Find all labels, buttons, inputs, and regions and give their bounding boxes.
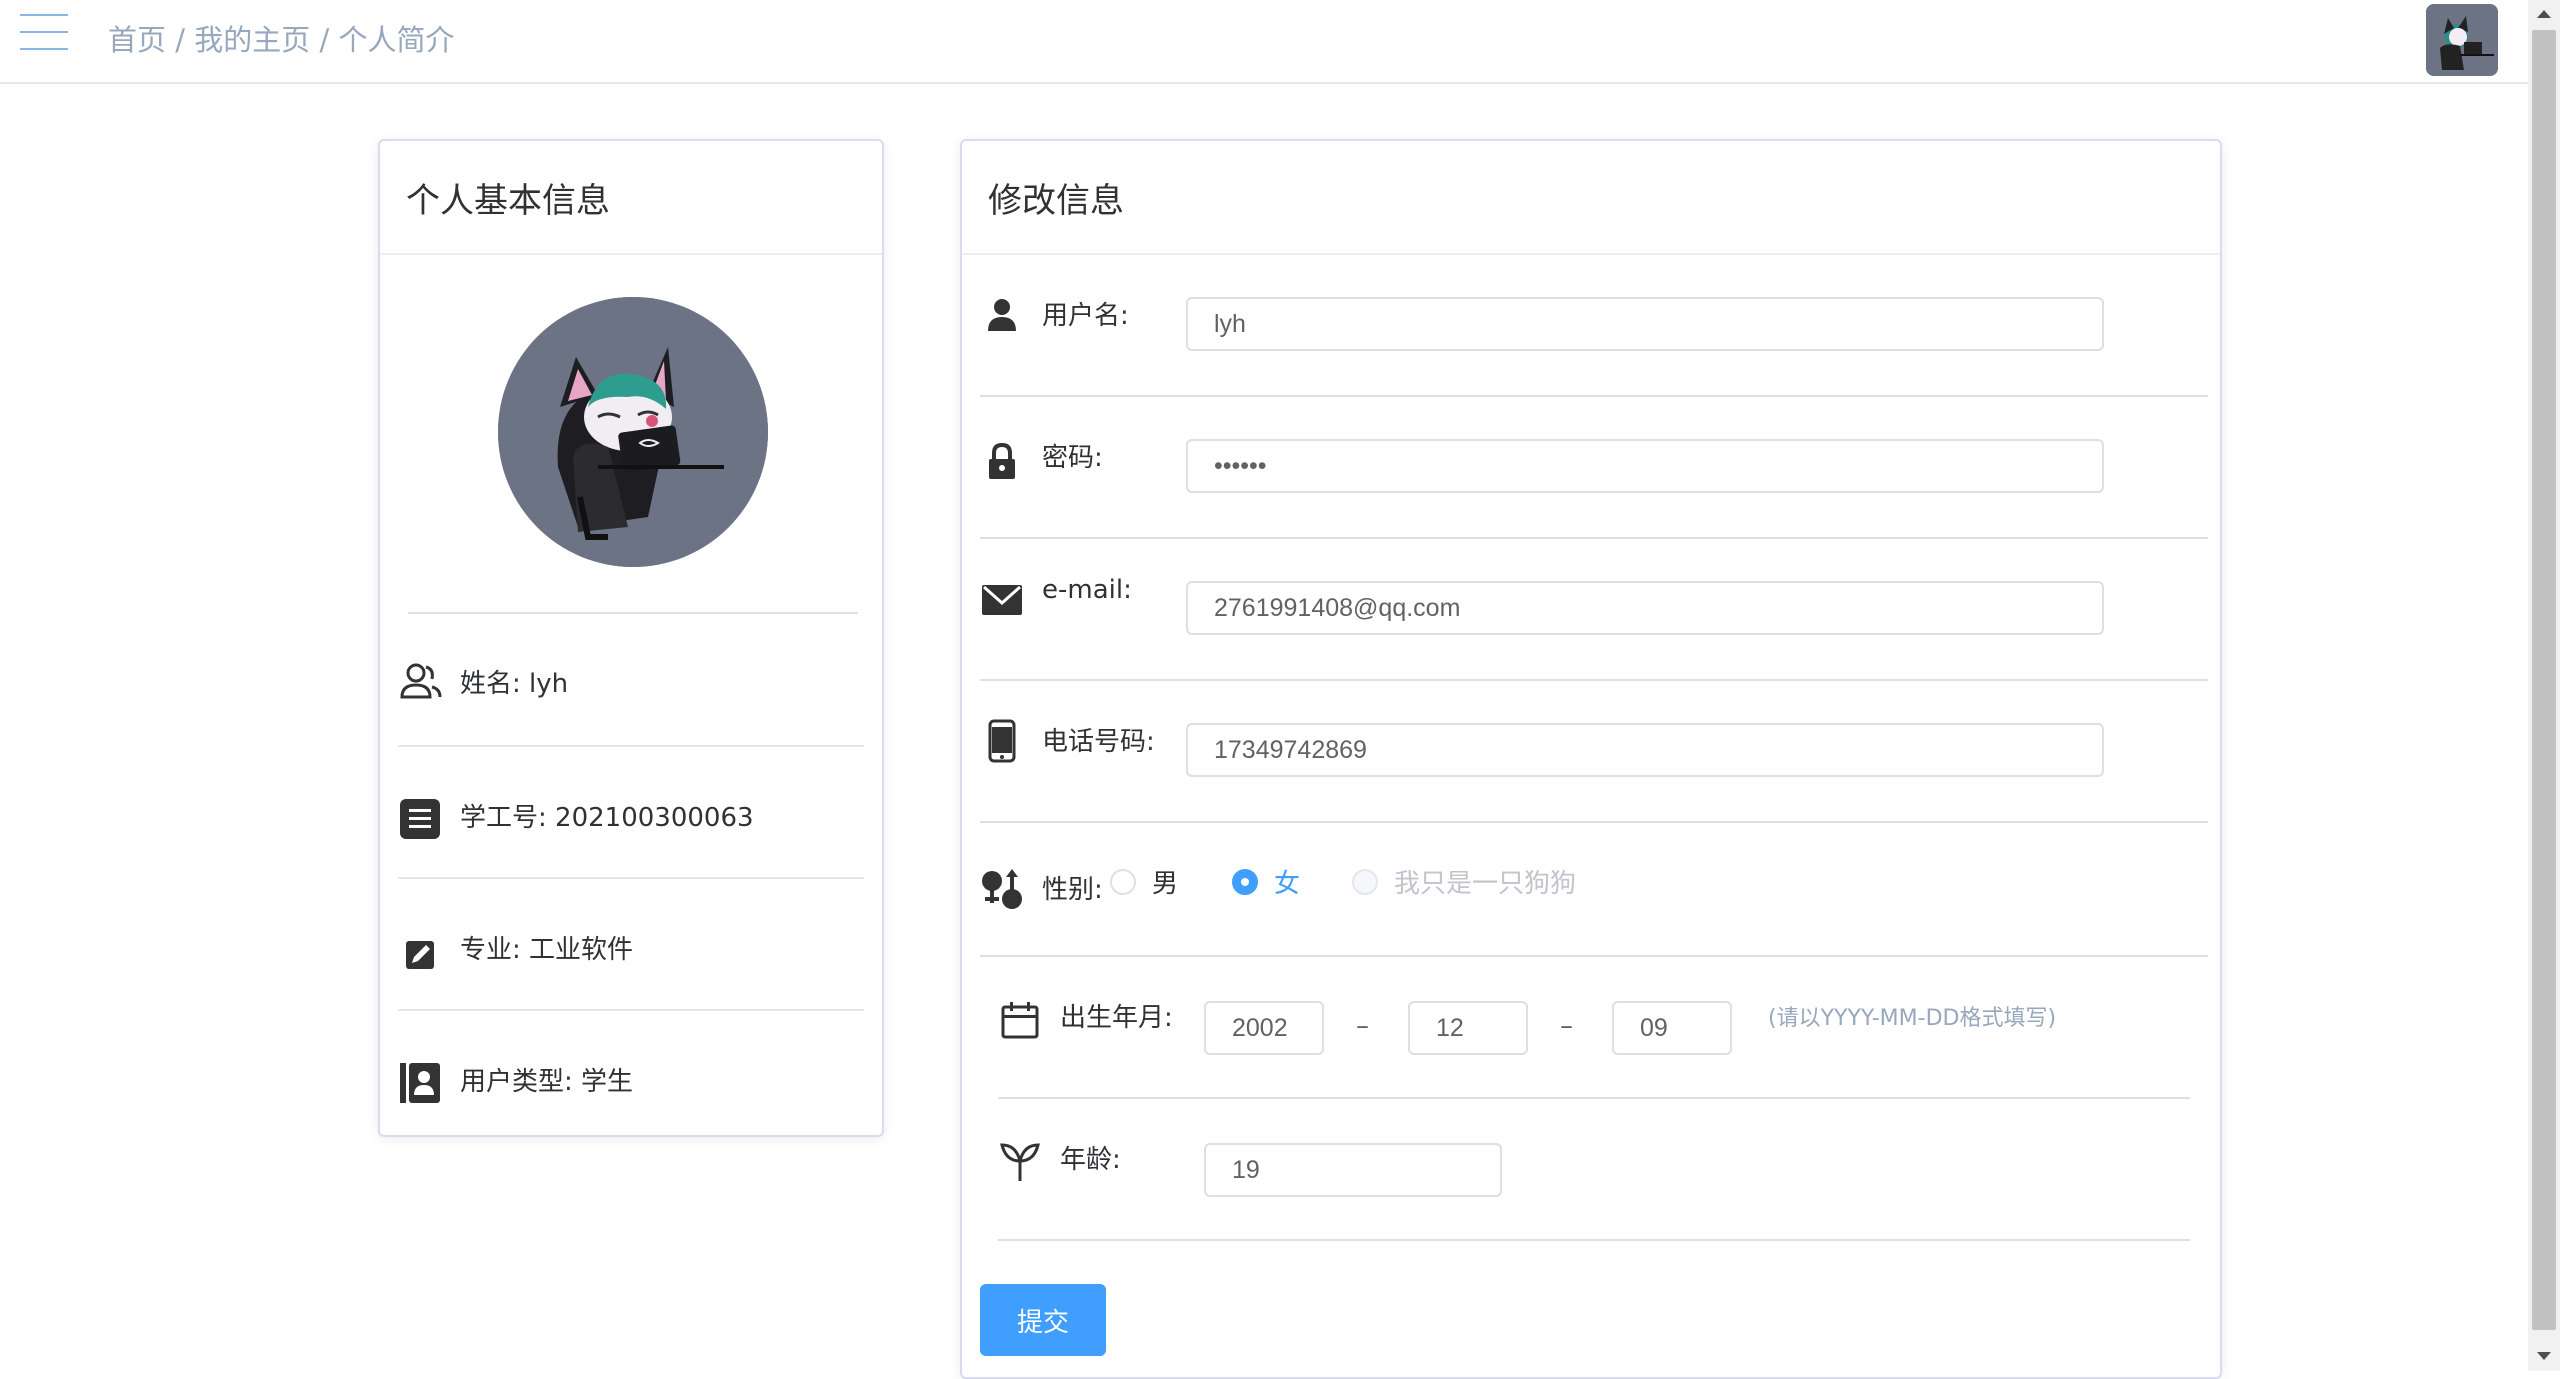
- basic-info-card: 个人基本信息 姓名: lyh 学工号: 202100300063 专业: 工业软…: [378, 139, 884, 1137]
- gender-option-label: 男: [1152, 869, 1179, 899]
- username-label: 用户名:: [1042, 301, 1129, 331]
- age-row: 年龄: 19: [998, 1099, 2190, 1241]
- birth-label: 出生年月:: [1060, 1003, 1173, 1033]
- sprout-icon: [1000, 1143, 1040, 1181]
- date-separator: –: [1560, 1011, 1573, 1041]
- user-type-text: 用户类型: 学生: [460, 1067, 634, 1097]
- gender-radio-dog: 我只是一只狗狗: [1352, 863, 1576, 900]
- age-input[interactable]: 19: [1204, 1143, 1502, 1197]
- profile-avatar: [498, 297, 768, 567]
- gender-radio-female[interactable]: 女: [1232, 863, 1300, 900]
- user-avatar[interactable]: [2426, 4, 2498, 76]
- gender-row: 性别: 男 女 我只是一只狗狗: [980, 823, 2208, 957]
- info-student-id: 学工号: 202100300063: [398, 747, 864, 879]
- document-icon: [400, 799, 440, 839]
- password-label: 密码:: [1042, 443, 1103, 473]
- email-label: e-mail:: [1042, 575, 1132, 605]
- divider: [998, 1239, 2190, 1241]
- lock-icon: [989, 442, 1015, 479]
- info-user-type: 用户类型: 学生: [398, 1011, 864, 1143]
- mail-icon: [982, 585, 1022, 615]
- user-icon: [988, 299, 1016, 331]
- password-input[interactable]: ••••••: [1186, 439, 2104, 493]
- scroll-up-icon[interactable]: [2537, 10, 2551, 18]
- birth-month-input[interactable]: 12: [1408, 1001, 1528, 1055]
- birth-day-input[interactable]: 09: [1612, 1001, 1732, 1055]
- name-text: 姓名: lyh: [460, 669, 569, 699]
- breadcrumb-separator: /: [310, 23, 339, 57]
- gender-label: 性别:: [1042, 875, 1103, 905]
- breadcrumb: 首页 / 我的主页 / 个人简介: [108, 17, 454, 59]
- date-format-hint: (请以YYYY-MM-DD格式填写): [1768, 1006, 2057, 1031]
- gender-radio-male[interactable]: 男: [1110, 863, 1178, 900]
- gender-option-label: 女: [1274, 869, 1301, 899]
- info-major: 专业: 工业软件: [398, 879, 864, 1011]
- edit-info-title: 修改信息: [962, 141, 2220, 255]
- birth-row: 出生年月: 2002 – 12 – 09 (请以YYYY-MM-DD格式填写): [998, 957, 2190, 1099]
- phone-label: 电话号码:: [1042, 727, 1155, 757]
- contact-card-icon: [400, 1063, 440, 1103]
- hamburger-menu-icon[interactable]: [20, 14, 70, 50]
- breadcrumb-my-home[interactable]: 我的主页: [194, 23, 310, 57]
- email-input[interactable]: 2761991408@qq.com: [1186, 581, 2104, 635]
- page-scrollbar[interactable]: [2528, 0, 2560, 1371]
- date-separator: –: [1356, 1011, 1369, 1041]
- edit-icon: [406, 941, 434, 969]
- scrollbar-thumb[interactable]: [2532, 30, 2556, 1330]
- email-row: e-mail: 2761991408@qq.com: [980, 539, 2208, 681]
- phone-row: 电话号码: 17349742869: [980, 681, 2208, 823]
- radio-button[interactable]: [1110, 868, 1136, 895]
- scroll-down-icon[interactable]: [2537, 1352, 2551, 1360]
- gender-option-label: 我只是一只狗狗: [1394, 869, 1577, 899]
- phone-input[interactable]: 17349742869: [1186, 723, 2104, 777]
- submit-button[interactable]: 提交: [980, 1284, 1106, 1356]
- major-text: 专业: 工业软件: [460, 935, 634, 965]
- gender-icon: [982, 869, 1022, 909]
- divider: [408, 612, 858, 614]
- radio-button-selected[interactable]: [1232, 868, 1258, 895]
- username-input[interactable]: lyh: [1186, 297, 2104, 351]
- edit-info-card: 修改信息 用户名: lyh 密码: •••••• e-mail: 2761991…: [960, 139, 2222, 1379]
- phone-icon: [988, 719, 1016, 763]
- calendar-icon: [1001, 1002, 1039, 1039]
- breadcrumb-separator: /: [166, 23, 195, 57]
- top-navbar: 首页 / 我的主页 / 个人简介: [0, 0, 2528, 84]
- age-label: 年龄:: [1060, 1145, 1121, 1175]
- radio-button-disabled: [1352, 868, 1378, 895]
- info-name: 姓名: lyh: [398, 615, 864, 747]
- password-row: 密码: ••••••: [980, 397, 2208, 539]
- breadcrumb-profile: 个人简介: [338, 23, 455, 57]
- user-group-icon: [400, 663, 442, 699]
- basic-info-title: 个人基本信息: [380, 141, 882, 255]
- breadcrumb-home[interactable]: 首页: [108, 23, 166, 57]
- student-id-text: 学工号: 202100300063: [460, 803, 754, 833]
- username-row: 用户名: lyh: [980, 255, 2208, 397]
- birth-year-input[interactable]: 2002: [1204, 1001, 1324, 1055]
